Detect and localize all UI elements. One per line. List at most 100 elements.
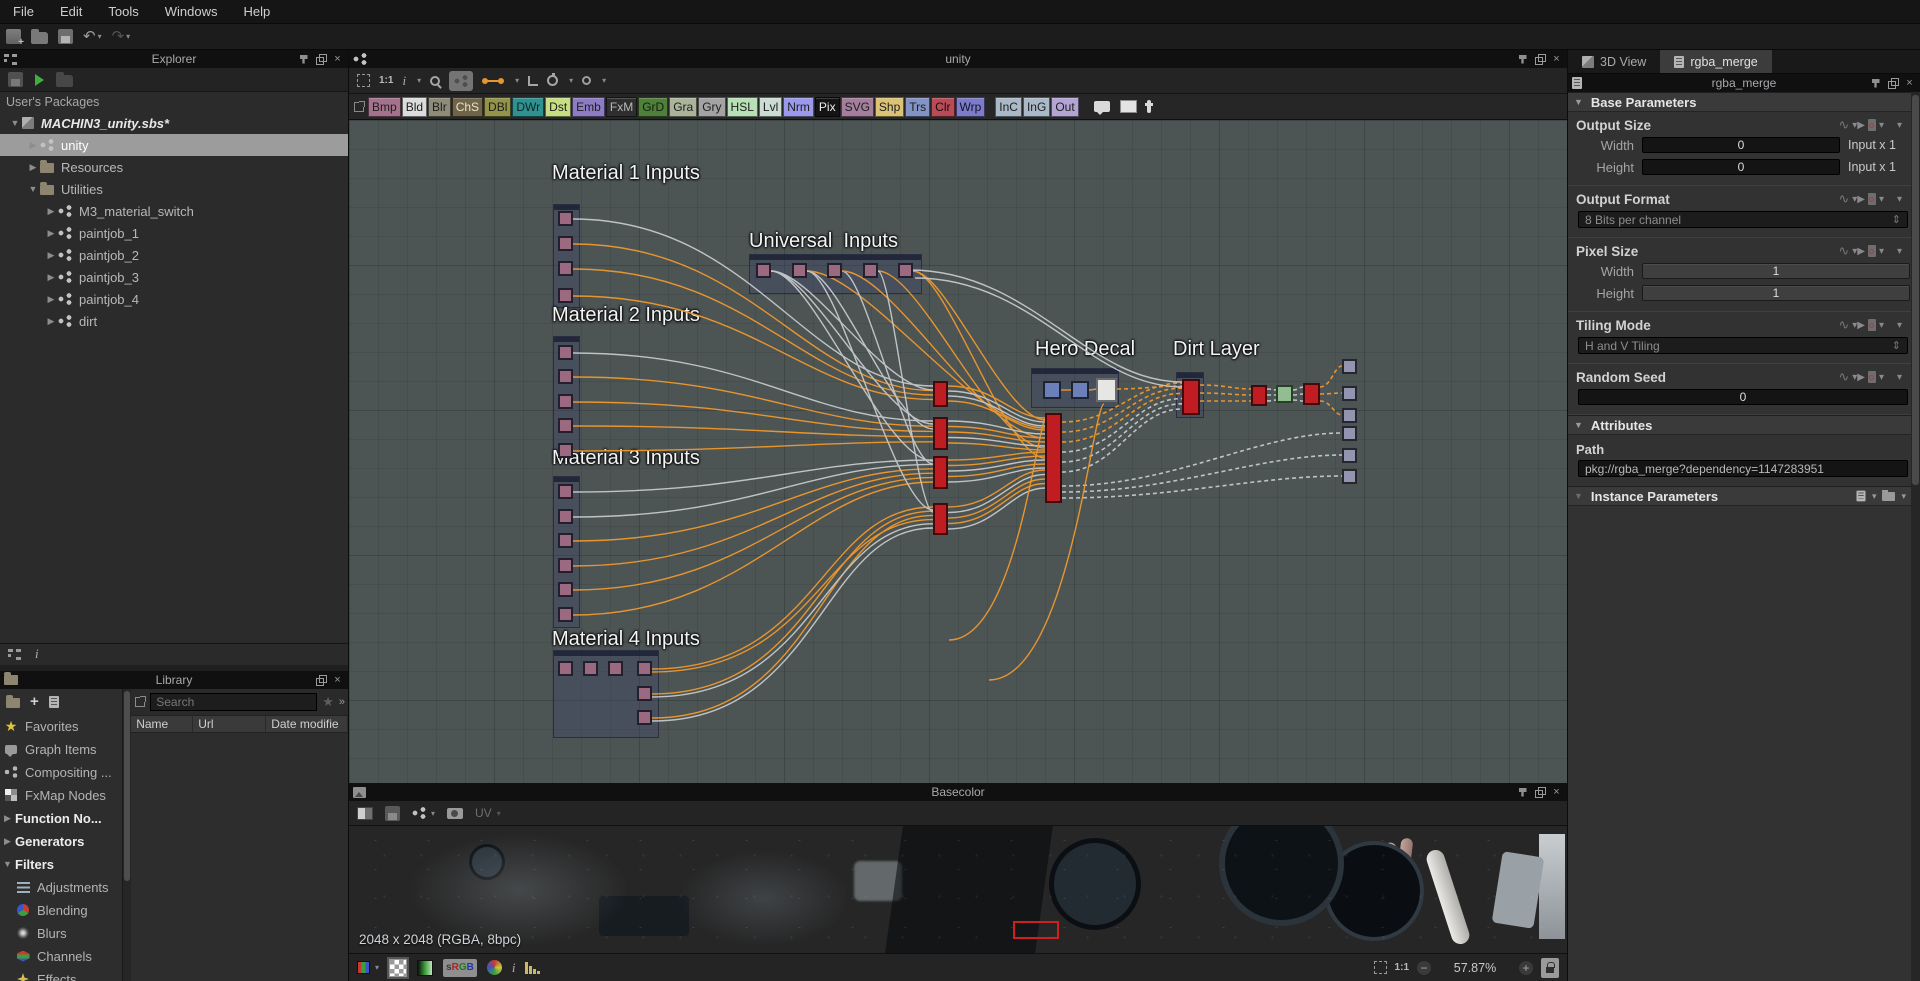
tree-expand-icon[interactable]: ▼	[26, 184, 40, 194]
filter-button-gra[interactable]: Gra	[669, 96, 698, 117]
properties-scrollbar[interactable]	[1911, 92, 1920, 981]
compute-time-icon[interactable]	[547, 73, 559, 86]
tab-rgba-merge[interactable]: rgba_merge	[1660, 50, 1772, 73]
filter-button-bmp[interactable]: Bmp	[368, 96, 401, 117]
library-category-effects[interactable]: Effects	[0, 968, 122, 981]
new-file-icon[interactable]	[6, 29, 24, 48]
zoom-out-button[interactable]: −	[1417, 960, 1431, 975]
graph-node-merge[interactable]	[1045, 413, 1062, 503]
graph-close-icon[interactable]: ×	[1549, 52, 1564, 66]
pin-node-icon[interactable]	[1144, 100, 1153, 113]
properties-pin-icon[interactable]	[1868, 76, 1883, 90]
category-expand-icon[interactable]: ▶	[0, 813, 15, 824]
graph-node-output[interactable]	[1342, 386, 1357, 401]
menu-item-windows[interactable]: Windows	[152, 4, 231, 19]
add-icon[interactable]: +	[30, 693, 39, 710]
new-folder-icon[interactable]	[6, 694, 20, 708]
tree-view-icon[interactable]	[8, 648, 21, 660]
tab-3d-view[interactable]: 3D View	[1568, 50, 1660, 73]
open-file-icon[interactable]	[31, 29, 48, 44]
image-info-icon[interactable]: i	[512, 960, 516, 976]
path-field[interactable]: pkg://rgba_merge?dependency=1147283951	[1578, 460, 1908, 477]
graph-settings-icon[interactable]	[582, 76, 592, 85]
tree-expand-icon[interactable]: ▶	[44, 272, 58, 283]
graph-node-merge[interactable]	[933, 456, 948, 489]
tree-item-utilities[interactable]: ▼ Utilities	[0, 178, 348, 200]
tree-expand-icon[interactable]: ▶	[44, 316, 58, 327]
tree-item-paintjob-3[interactable]: ▶ paintjob_3	[0, 266, 348, 288]
gradient-preview-icon[interactable]	[417, 959, 434, 976]
redo-dropdown-icon[interactable]: ▾	[126, 32, 130, 41]
filter-button-ing[interactable]: InG	[1022, 96, 1051, 117]
tree-expand-icon[interactable]: ▼	[8, 118, 22, 128]
explorer-play-icon[interactable]	[35, 73, 44, 86]
graph-node-input[interactable]	[558, 582, 573, 597]
tree-item-m3-material-switch[interactable]: ▶ M3_material_switch	[0, 200, 348, 222]
graph-node-input[interactable]	[558, 345, 573, 360]
section-attributes[interactable]: ▼ Attributes	[1568, 415, 1920, 435]
zoom-in-button[interactable]: +	[1519, 960, 1533, 975]
param-function-icons[interactable]: ∿ ▾▶ ▾ ▾	[1838, 243, 1902, 259]
filter-button-dst[interactable]: Dst	[545, 96, 572, 117]
random-seed-slider[interactable]: 0	[1578, 389, 1908, 405]
graph-node-output[interactable]	[1342, 426, 1357, 441]
zoom-icon[interactable]	[430, 75, 441, 86]
graph-node-merge[interactable]	[1303, 383, 1320, 405]
graph-node-input[interactable]	[558, 558, 573, 573]
tree-item-resources[interactable]: ▶ Resources	[0, 156, 348, 178]
graph-node-input[interactable]	[558, 607, 573, 622]
fit-view-icon[interactable]	[357, 74, 370, 87]
tree-item-unity[interactable]: ▶ unity	[0, 134, 348, 156]
filter-button-clr[interactable]: Clr	[931, 96, 955, 117]
output-format-dropdown[interactable]: 8 Bits per channel ⇕	[1578, 211, 1908, 228]
srgb-toggle-button[interactable]: sRGB	[443, 958, 477, 977]
color-wheel-icon[interactable]	[486, 960, 502, 975]
node-tool-button[interactable]	[449, 70, 474, 91]
param-function-icons[interactable]: ∿ ▾▶ ▾ ▾	[1838, 317, 1902, 333]
graph-node-input[interactable]	[637, 710, 652, 725]
library-search-input[interactable]	[150, 692, 318, 711]
library-category-filters[interactable]: ▼ Filters	[0, 853, 122, 876]
graph-node-input[interactable]	[608, 661, 623, 676]
library-category-blurs[interactable]: Blurs	[0, 922, 122, 945]
graph-node-output[interactable]	[1342, 408, 1357, 423]
menu-item-tools[interactable]: Tools	[95, 4, 151, 19]
graph-canvas[interactable]: Material 1 Inputs Universal Inputs Materia…	[349, 120, 1567, 783]
tree-expand-icon[interactable]: ▶	[26, 140, 40, 151]
comment-icon[interactable]	[1093, 101, 1110, 115]
tree-expand-icon[interactable]: ▶	[44, 250, 58, 261]
linked-node-icon[interactable]	[412, 807, 426, 819]
filter-button-dbl[interactable]: DBl	[484, 96, 512, 117]
filter-button-trs[interactable]: Trs	[905, 96, 931, 117]
histogram-icon[interactable]	[525, 961, 542, 974]
graph-node-output[interactable]	[1342, 469, 1357, 484]
graph-node-input[interactable]	[558, 236, 573, 251]
graph-node-input[interactable]	[756, 263, 771, 278]
graph-node-dirt[interactable]	[1276, 385, 1293, 403]
menu-item-file[interactable]: File	[0, 4, 47, 19]
filter-button-wrp[interactable]: Wrp	[955, 96, 986, 117]
graph-node-blend[interactable]	[1043, 381, 1061, 399]
tiling-mode-dropdown[interactable]: H and V Tiling ⇕	[1578, 337, 1908, 354]
frame-icon[interactable]	[1119, 100, 1137, 113]
graph-node-output[interactable]	[1342, 448, 1357, 463]
image-actual-size-button[interactable]: 1:1	[1395, 962, 1409, 973]
graph-node-merge[interactable]	[933, 503, 948, 535]
filter-button-gry[interactable]: Gry	[698, 96, 726, 117]
actual-size-button[interactable]: 1:1	[379, 75, 393, 86]
menu-item-help[interactable]: Help	[230, 4, 283, 19]
category-expand-icon[interactable]: ▶	[0, 836, 15, 847]
graph-node-input[interactable]	[863, 263, 878, 278]
graph-node-input[interactable]	[558, 509, 573, 524]
graph-node-output[interactable]	[1342, 359, 1357, 374]
explorer-float-icon[interactable]	[313, 52, 328, 66]
filter-button-chs[interactable]: ChS	[451, 96, 484, 117]
undo-dropdown-icon[interactable]: ▾	[98, 32, 102, 41]
graph-node-input[interactable]	[558, 418, 573, 433]
info-icon[interactable]: i	[35, 646, 39, 662]
texture-preview[interactable]: 2048 x 2048 (RGBA, 8bpc)	[349, 826, 1567, 953]
explorer-save-icon[interactable]	[8, 72, 23, 87]
graph-node-merge[interactable]	[933, 381, 948, 407]
open-external-icon[interactable]	[135, 695, 147, 707]
tree-item-dirt[interactable]: ▶ dirt	[0, 310, 348, 332]
